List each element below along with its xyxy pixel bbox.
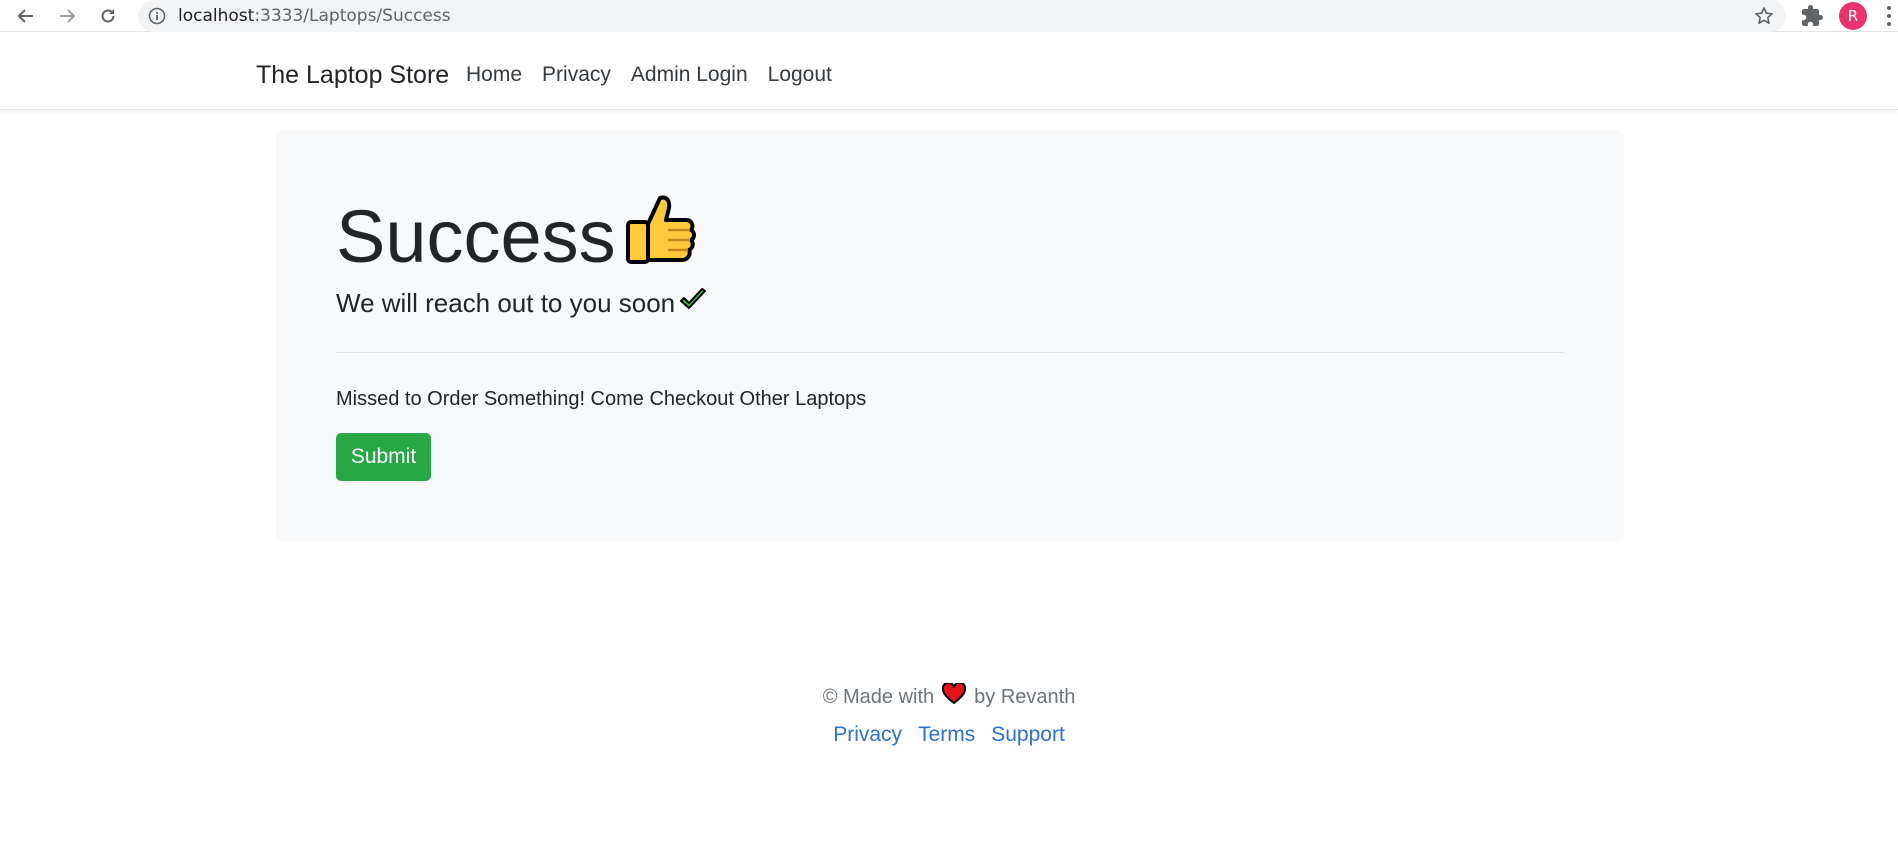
- footer-link-terms[interactable]: Terms: [918, 723, 975, 747]
- nav-link-home[interactable]: Home: [466, 63, 522, 87]
- lead-text: We will reach out to you soon: [336, 288, 707, 319]
- forward-arrow-icon: [60, 9, 76, 23]
- url-text: localhost:3333/Laptops/Success: [178, 0, 451, 32]
- title-text: Success: [336, 195, 616, 278]
- nav-links: Home Privacy Admin Login Logout: [466, 38, 852, 112]
- success-jumbotron: Success We will reach out to you soon Mi…: [276, 130, 1624, 541]
- checkout-prompt: Missed to Order Something! Come Checkout…: [336, 388, 867, 410]
- footer-links: Privacy Terms Support: [0, 723, 1898, 747]
- thumbs-up-icon: [622, 192, 696, 281]
- info-icon[interactable]: [148, 7, 166, 30]
- footer-link-support[interactable]: Support: [991, 723, 1065, 747]
- back-button[interactable]: [13, 3, 39, 29]
- back-arrow-icon: [17, 9, 33, 23]
- extensions-puzzle-icon[interactable]: [1800, 4, 1824, 33]
- nav-link-logout[interactable]: Logout: [768, 63, 832, 87]
- bookmark-star-icon[interactable]: [1754, 6, 1774, 31]
- footer: © Made with by Revanth Privacy Terms Sup…: [0, 681, 1898, 747]
- nav-link-privacy[interactable]: Privacy: [542, 63, 611, 87]
- browser-menu-icon[interactable]: [1886, 6, 1892, 26]
- footer-credit: © Made with by Revanth: [0, 681, 1898, 711]
- footer-made-suffix: by Revanth: [974, 685, 1076, 708]
- address-bar[interactable]: localhost:3333/Laptops/Success: [138, 0, 1786, 32]
- page-title: Success: [336, 192, 696, 281]
- browser-toolbar: localhost:3333/Laptops/Success R: [0, 0, 1898, 32]
- reload-button[interactable]: [95, 3, 121, 29]
- url-host: localhost: [178, 6, 255, 26]
- divider: [336, 352, 1564, 353]
- brand-link[interactable]: The Laptop Store: [256, 38, 449, 112]
- submit-button[interactable]: Submit: [336, 433, 431, 481]
- reload-icon: [101, 9, 115, 23]
- checkmark-icon: [679, 288, 707, 319]
- site-navbar: The Laptop Store Home Privacy Admin Logi…: [0, 38, 1898, 110]
- nav-link-admin-login[interactable]: Admin Login: [631, 63, 748, 87]
- profile-avatar[interactable]: R: [1839, 2, 1867, 30]
- forward-button[interactable]: [54, 3, 80, 29]
- url-path: :3333/Laptops/Success: [254, 6, 451, 26]
- footer-made-prefix: © Made with: [822, 685, 935, 708]
- lead-message: We will reach out to you soon: [336, 288, 676, 318]
- heart-icon: [942, 681, 967, 711]
- footer-link-privacy[interactable]: Privacy: [833, 723, 902, 747]
